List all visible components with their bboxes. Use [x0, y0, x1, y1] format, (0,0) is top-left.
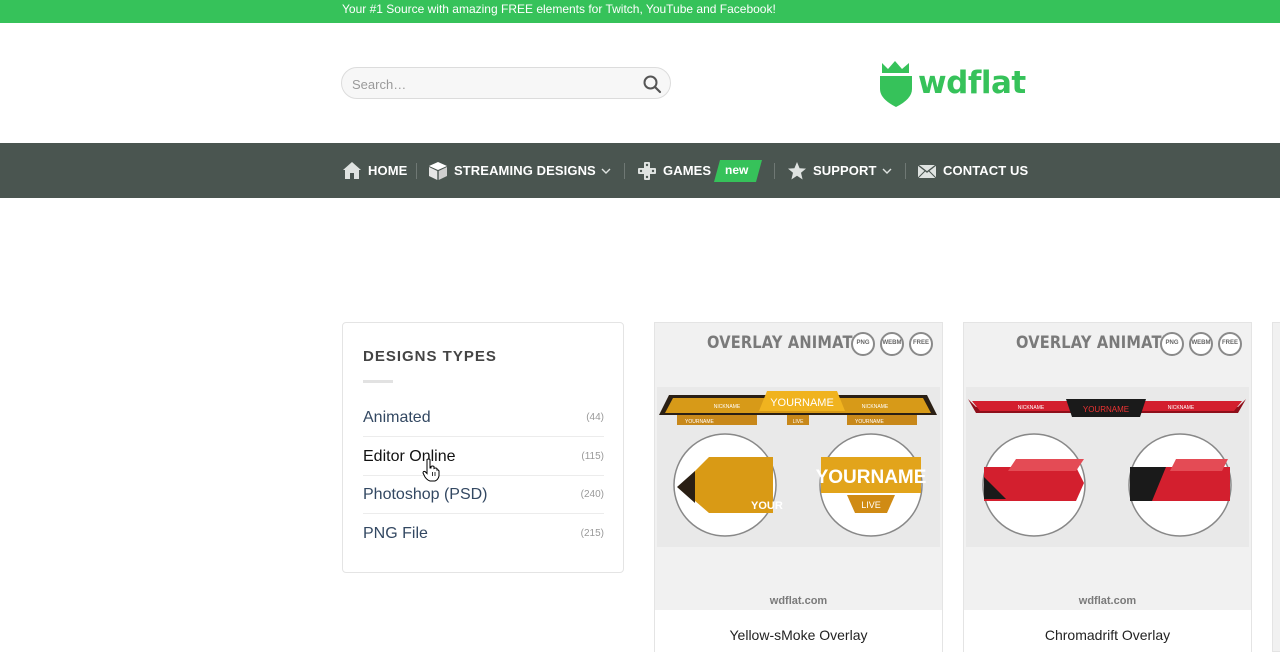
png-badge-icon: PNG [1160, 332, 1184, 356]
nav-streaming-designs[interactable]: STREAMING DESIGNS [428, 143, 611, 198]
png-badge-icon: PNG [851, 332, 875, 356]
watermark-credit: wdflat.com [769, 595, 828, 607]
nav-home[interactable]: HOME [342, 143, 407, 198]
designs-types-widget: DESIGNS TYPES Animated (44) Editor Onlin… [342, 322, 624, 573]
svg-text:NICKNAME: NICKNAME [714, 404, 741, 410]
product-caption[interactable]: Chromadrift Overlay [964, 610, 1251, 655]
svg-text:NICKNAME: NICKNAME [1018, 405, 1045, 411]
hand-pointer-cursor-icon [422, 458, 440, 482]
category-label[interactable]: Photoshop (PSD) [363, 486, 488, 504]
chevron-down-icon [601, 168, 611, 174]
svg-text:YOURNAME: YOURNAME [816, 467, 927, 488]
category-count: (44) [586, 412, 604, 423]
product-thumbnail[interactable]: OVERLAY ANIMATED PNG WEBM FREE YOURNAME … [655, 323, 942, 610]
top-promo-bar: Your #1 Source with amazing FREE element… [0, 0, 1280, 23]
category-label[interactable]: Animated [363, 409, 431, 427]
free-badge-icon: FREE [1218, 332, 1242, 356]
nav-divider [774, 163, 775, 179]
crown-shield-icon [880, 61, 912, 107]
category-png-file[interactable]: PNG File (215) [363, 515, 604, 553]
search-input[interactable] [352, 74, 632, 94]
home-icon [343, 161, 361, 179]
category-count: (240) [580, 489, 604, 500]
category-label[interactable]: Editor Online [363, 448, 456, 466]
product-card[interactable]: OVERLAY ANIMATED PNG WEBM FREE YOURNAME … [654, 322, 943, 655]
logo-wordmark: wdflat [918, 65, 1026, 101]
nav-streaming-label: STREAMING DESIGNS [454, 163, 596, 178]
category-count: (115) [581, 451, 604, 462]
category-photoshop[interactable]: Photoshop (PSD) (240) [363, 476, 604, 514]
svg-text:NICKNAME: NICKNAME [862, 404, 889, 410]
nav-games-label: GAMES [663, 163, 712, 178]
watermark-credit: wdflat.com [1078, 595, 1137, 607]
overlay-preview: YOURNAME NICKNAME NICKNAME YOURNAME LIVE… [657, 387, 940, 547]
box-icon [429, 161, 447, 180]
gamepad-icon [638, 161, 656, 180]
category-animated[interactable]: Animated (44) [363, 399, 604, 437]
product-title[interactable]: Yellow-sMoke Overlay [655, 627, 942, 643]
overlay-label: OVERLAY ANIMATED [707, 333, 876, 353]
new-badge: new [714, 160, 762, 182]
nav-support-label: SUPPORT [813, 163, 877, 178]
nav-divider [905, 163, 906, 179]
chevron-down-icon [882, 168, 892, 174]
svg-text:YOUR: YOUR [751, 500, 783, 512]
category-label[interactable]: PNG File [363, 525, 428, 543]
envelope-icon [917, 163, 937, 178]
nav-contact[interactable]: CONTACT US [917, 143, 1028, 198]
promo-text: Your #1 Source with amazing FREE element… [342, 2, 776, 16]
svg-text:YOURNAME: YOURNAME [685, 419, 715, 425]
red-overlay-artwork: YOURNAME NICKNAME NICKNAME [968, 399, 1246, 537]
nav-games[interactable]: GAMES [637, 143, 711, 198]
svg-text:YOURNAME: YOURNAME [1083, 405, 1129, 414]
product-caption[interactable]: Yellow-sMoke Overlay [655, 610, 942, 655]
search-icon[interactable] [642, 74, 662, 94]
star-icon [788, 161, 806, 179]
search-box[interactable] [341, 67, 671, 99]
svg-text:YOURNAME: YOURNAME [770, 397, 834, 409]
overlay-label: OVERLAY ANIMATED [1016, 333, 1185, 353]
category-editor-online[interactable]: Editor Online (115) [363, 438, 604, 476]
widget-title: DESIGNS TYPES [363, 348, 497, 365]
webm-badge-icon: WEBM [1189, 332, 1213, 356]
nav-divider [416, 163, 417, 179]
free-badge-icon: FREE [909, 332, 933, 356]
main-nav: HOME STREAMING DESIGNS GAMES SUPPORT CON… [0, 143, 1280, 198]
product-card-partial[interactable] [1272, 322, 1280, 652]
nav-contact-label: CONTACT US [943, 163, 1029, 178]
category-count: (215) [580, 528, 604, 539]
svg-text:LIVE: LIVE [793, 419, 805, 425]
product-card[interactable]: OVERLAY ANIMATED PNG WEBM FREE YOURNAME … [963, 322, 1252, 655]
svg-text:YOURNAME: YOURNAME [855, 419, 885, 425]
site-logo[interactable]: wdflat [878, 59, 1038, 109]
nav-support[interactable]: SUPPORT [787, 143, 892, 198]
product-title[interactable]: Chromadrift Overlay [964, 627, 1251, 643]
nav-divider [624, 163, 625, 179]
svg-text:LIVE: LIVE [861, 500, 881, 510]
nav-home-label: HOME [368, 163, 408, 178]
product-thumbnail[interactable]: OVERLAY ANIMATED PNG WEBM FREE YOURNAME … [964, 323, 1251, 610]
svg-text:NICKNAME: NICKNAME [1168, 405, 1195, 411]
overlay-preview: YOURNAME NICKNAME NICKNAME [966, 387, 1249, 547]
yellow-overlay-artwork: YOURNAME NICKNAME NICKNAME YOURNAME LIVE… [659, 391, 937, 537]
webm-badge-icon: WEBM [880, 332, 904, 356]
title-underline [363, 380, 393, 383]
site-header: wdflat [0, 23, 1280, 143]
